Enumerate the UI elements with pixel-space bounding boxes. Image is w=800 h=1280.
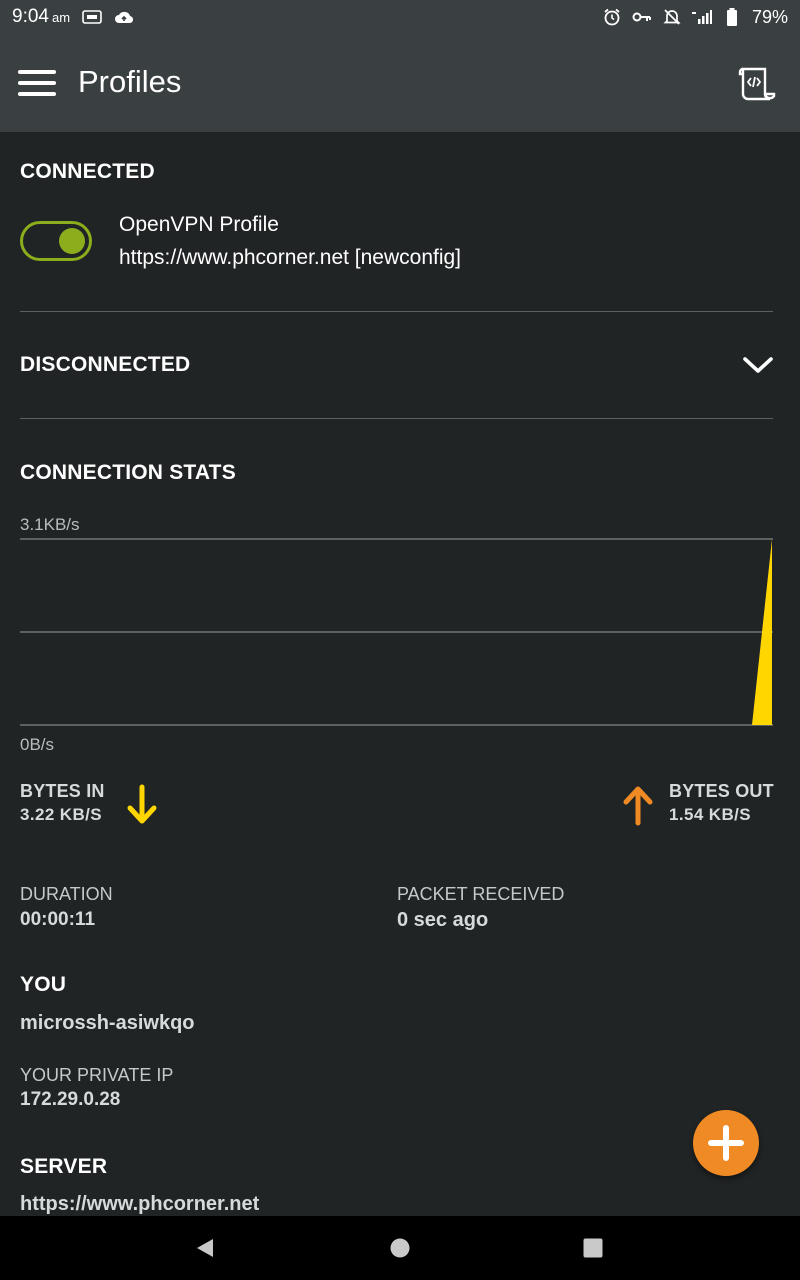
signal-icon <box>691 7 712 27</box>
you-heading: YOU <box>20 973 67 996</box>
hamburger-menu-icon <box>18 70 56 74</box>
divider <box>20 311 773 312</box>
vpn-key-icon <box>632 7 652 27</box>
status-ampm: am <box>51 10 71 25</box>
connected-heading: CONNECTED <box>20 160 155 183</box>
arrow-down-icon <box>127 784 157 824</box>
log-file-icon <box>738 67 776 101</box>
bytes-out-value: 1.54 KB/S <box>669 805 752 824</box>
recents-button[interactable] <box>583 1238 603 1263</box>
back-button[interactable] <box>194 1237 216 1264</box>
server-value: https://www.phcorner.net <box>20 1193 260 1215</box>
packet-received-label: PACKET RECEIVED <box>397 884 565 904</box>
bytes-in-value: 3.22 KB/S <box>20 805 103 824</box>
chevron-down-icon <box>743 357 773 373</box>
bytes-out-label: BYTES OUT <box>669 781 774 801</box>
log-button[interactable] <box>736 64 776 104</box>
battery-icon <box>722 7 742 27</box>
home-button[interactable] <box>390 1238 410 1263</box>
notifications-off-icon <box>662 7 682 27</box>
vpn-toggle[interactable] <box>20 221 92 261</box>
app-bar: Profiles <box>0 34 800 132</box>
page-title: Profiles <box>78 64 182 99</box>
home-circle-icon <box>390 1238 410 1258</box>
server-heading: SERVER <box>20 1155 108 1178</box>
status-time: 9:04 am <box>12 6 70 28</box>
system-nav-bar <box>0 1216 800 1280</box>
menu-button[interactable] <box>18 70 56 96</box>
status-time-value: 9:04 <box>12 6 49 27</box>
profile-url[interactable]: https://www.phcorner.net [newconfig] <box>119 246 461 270</box>
plus-icon <box>708 1125 744 1161</box>
bytes-in-label: BYTES IN <box>20 781 105 801</box>
alarm-icon <box>602 7 622 27</box>
hd-icon <box>82 7 102 27</box>
private-ip-label: YOUR PRIVATE IP <box>20 1065 174 1085</box>
chart-y-max-label: 3.1KB/s <box>20 515 80 534</box>
battery-percent: 79% <box>751 6 788 27</box>
divider <box>20 418 773 419</box>
chart-y-min-label: 0B/s <box>20 735 55 754</box>
you-value: microssh-asiwkqo <box>20 1012 195 1034</box>
add-profile-button[interactable] <box>693 1110 759 1176</box>
connection-stats-chart <box>20 538 773 726</box>
toggle-knob <box>59 228 85 254</box>
back-triangle-icon <box>197 1239 213 1257</box>
arrow-up-icon <box>623 786 653 826</box>
connection-stats-heading: CONNECTION STATS <box>20 461 236 484</box>
status-bar: 9:04 am 79% <box>0 0 800 34</box>
packet-received-value: 0 sec ago <box>397 909 489 931</box>
profile-name[interactable]: OpenVPN Profile <box>119 213 279 237</box>
disconnected-heading[interactable]: DISCONNECTED <box>20 353 190 377</box>
cloud-upload-icon <box>114 7 134 27</box>
recents-square-icon <box>583 1238 603 1258</box>
duration-value: 00:00:11 <box>20 909 96 930</box>
expand-disconnected-button[interactable] <box>741 353 775 377</box>
duration-label: DURATION <box>20 884 113 904</box>
private-ip-value: 172.29.0.28 <box>20 1089 121 1110</box>
